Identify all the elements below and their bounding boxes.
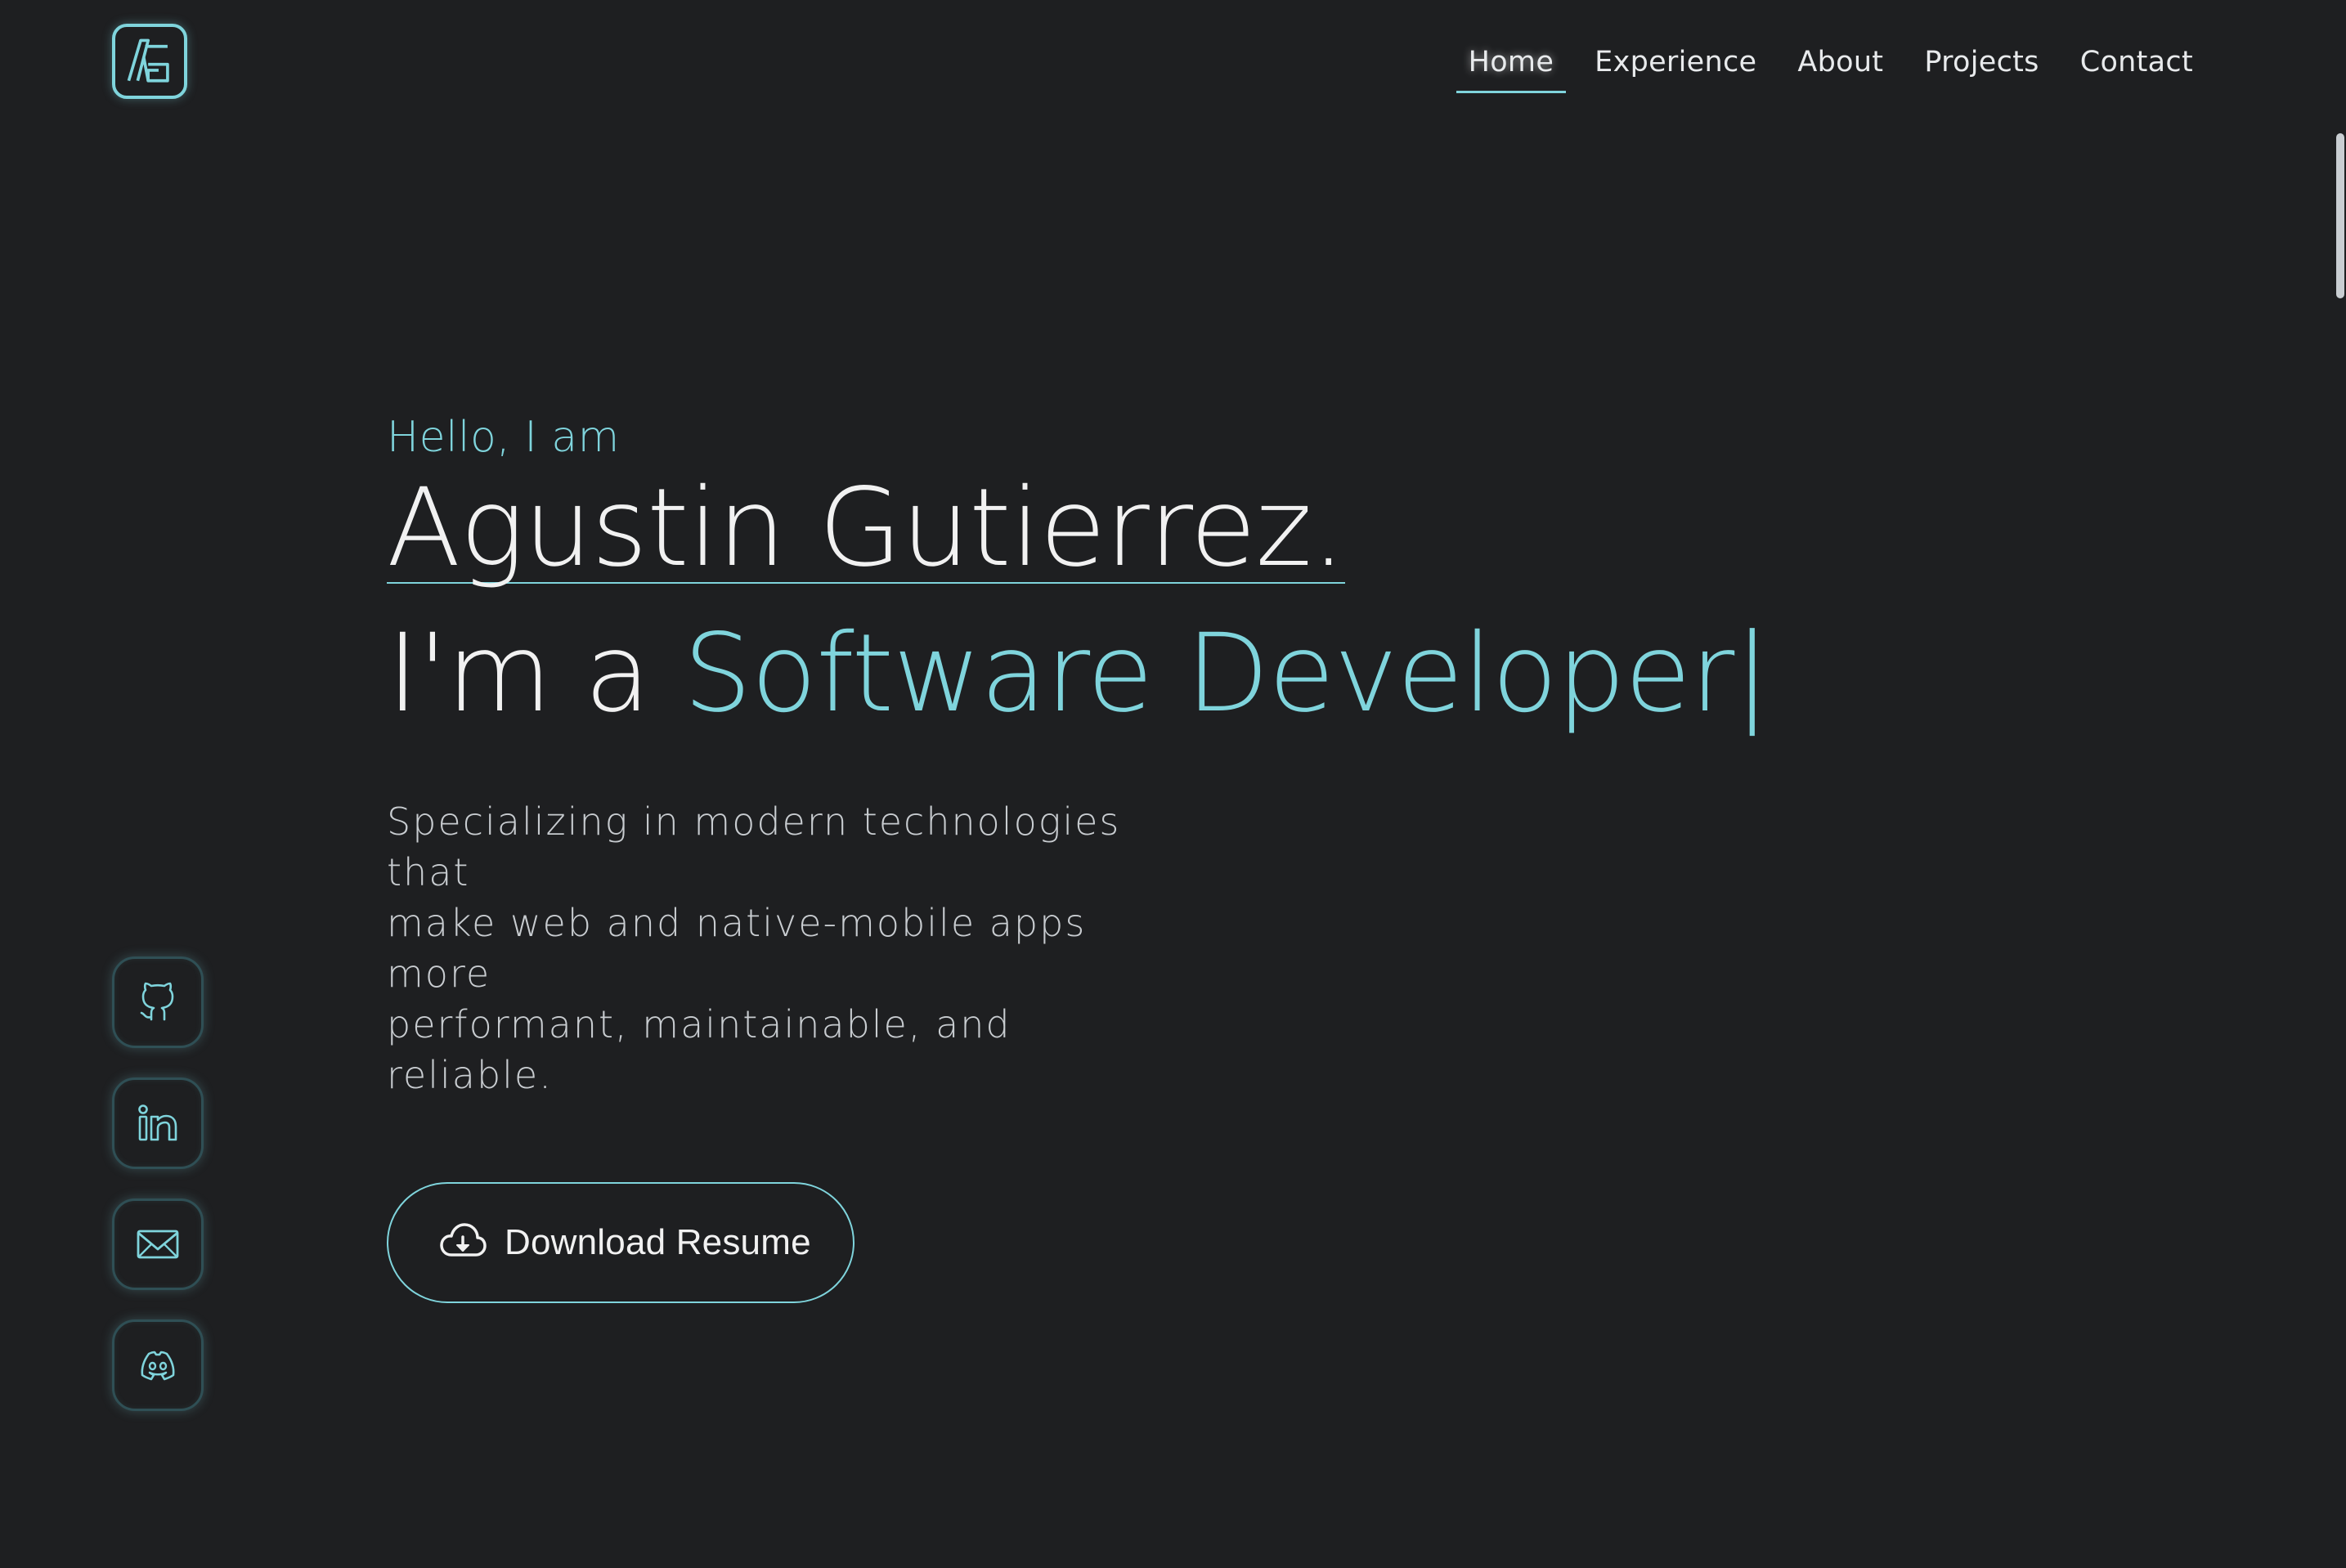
cloud-download-icon xyxy=(439,1219,487,1266)
mail-icon xyxy=(137,1230,179,1259)
role-text: Software Developer xyxy=(683,611,1735,737)
ag-monogram-logo-icon xyxy=(127,38,169,83)
email-link[interactable] xyxy=(112,1198,204,1290)
download-resume-button[interactable]: Download Resume xyxy=(387,1182,855,1303)
scrollbar[interactable] xyxy=(2330,0,2346,1568)
role-line: I'm a Software Developer| xyxy=(387,616,1940,731)
nav-item-experience[interactable]: Experience xyxy=(1574,33,1777,92)
hero-name: Agustin Gutierrez. xyxy=(387,465,1346,591)
name-underline: Agustin Gutierrez. xyxy=(387,465,1346,591)
github-link[interactable] xyxy=(112,956,204,1048)
github-icon xyxy=(140,982,174,1021)
nav-item-projects[interactable]: Projects xyxy=(1904,33,2059,92)
hero-section: Hello, I am Agustin Gutierrez. I'm a Sof… xyxy=(387,405,1940,1303)
role-prefix: I'm a xyxy=(387,611,684,737)
tagline-line: make web and native-mobile apps more xyxy=(387,901,1087,996)
discord-link[interactable] xyxy=(112,1319,204,1411)
linkedin-icon xyxy=(138,1104,177,1141)
scrollbar-thumb[interactable] xyxy=(2336,133,2344,298)
portfolio-page: Home Experience About Projects Contact H… xyxy=(0,0,2346,1568)
greeting: Hello, I am xyxy=(387,413,620,462)
nav-item-home[interactable]: Home xyxy=(1448,33,1575,93)
nav-item-contact[interactable]: Contact xyxy=(2060,33,2214,92)
tagline-line: Specializing in modern technologies that xyxy=(387,800,1121,894)
tagline: Specializing in modern technologies that… xyxy=(387,796,1188,1100)
discord-icon xyxy=(141,1351,175,1381)
logo[interactable] xyxy=(112,24,187,99)
tagline-line: performant, maintainable, and reliable. xyxy=(387,1002,1012,1097)
social-links xyxy=(112,956,204,1411)
typing-cursor: | xyxy=(1734,611,1770,737)
download-resume-label: Download Resume xyxy=(505,1222,811,1262)
nav-item-about[interactable]: About xyxy=(1777,33,1904,92)
linkedin-link[interactable] xyxy=(112,1077,204,1169)
main-nav: Home Experience About Projects Contact xyxy=(1448,33,2214,93)
